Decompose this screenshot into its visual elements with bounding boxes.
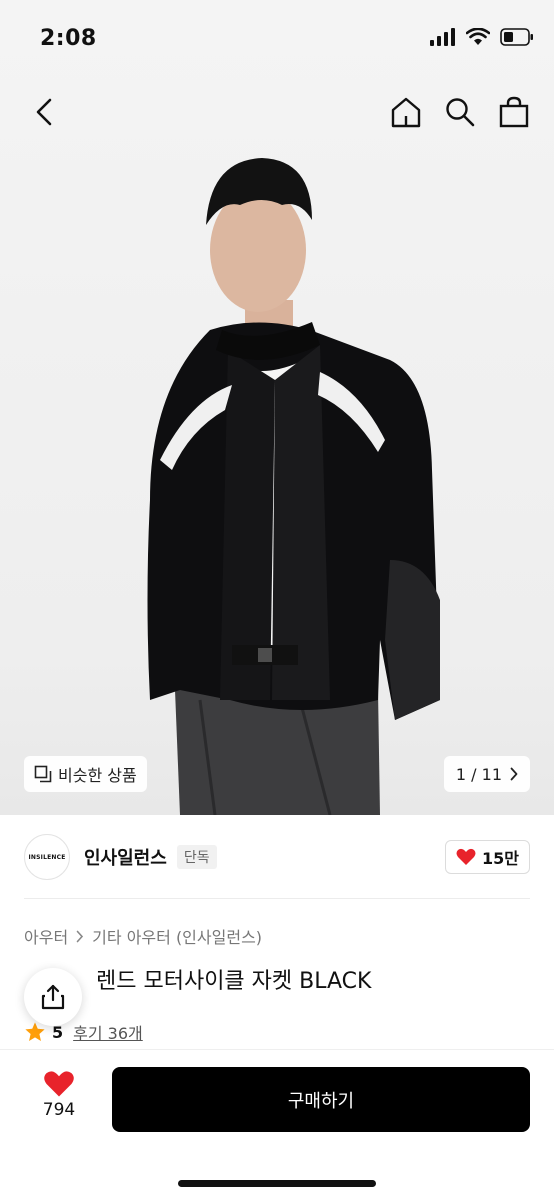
exclusive-badge: 단독 [176,845,217,869]
heart-icon [44,1071,74,1097]
similar-products-label: 비슷한 상품 [58,766,137,785]
review-link[interactable]: 후기 36개 [73,1020,143,1044]
share-icon [41,984,65,1010]
page-separator: / [471,764,477,784]
brand-logo-text: INSILENCE [28,853,66,861]
wifi-icon [466,28,490,45]
search-button[interactable] [440,92,480,132]
page-indicator-text: 1 / 11 [456,765,502,784]
shopping-bag-icon [499,96,529,128]
chevron-left-icon [36,98,52,126]
breadcrumb: 아우터 기타 아우터 (인사일런스) [24,924,262,948]
similar-products-button[interactable]: 비슷한 상품 [24,756,147,792]
bottom-action-bar: 794 구매하기 [0,1050,554,1200]
product-title-text: 렌드 모터사이클 자켓 BLACK [96,969,372,994]
chevron-right-icon [76,930,84,942]
brand-like-button[interactable]: 15만 [445,840,530,874]
page-current: 1 [455,764,467,784]
share-button[interactable] [24,968,82,1026]
image-page-indicator[interactable]: 1 / 11 [443,756,530,792]
back-button[interactable] [24,92,64,132]
brand-logo[interactable]: INSILENCE [24,834,70,880]
home-icon [391,97,421,128]
home-indicator [178,1180,376,1187]
brand-like-count: 15만 [482,849,519,868]
status-bar: 2:08 [0,0,554,80]
wishlist-count: 794 [42,1100,76,1120]
cart-button[interactable] [494,92,534,132]
top-nav-actions [386,92,534,132]
status-time: 2:08 [40,26,97,51]
section-divider [24,898,530,899]
buy-button[interactable]: 구매하기 [112,1067,530,1132]
page-total: 11 [481,764,502,784]
copy-squares-icon [34,765,52,783]
search-icon [446,98,475,127]
breadcrumb-item[interactable]: 아우터 [24,924,68,948]
chevron-right-icon [510,767,518,781]
brand-row: INSILENCE 인사일런스 단독 15만 [24,834,530,880]
breadcrumb-item[interactable]: 기타 아우터 (인사일런스) [92,924,262,948]
home-button[interactable] [386,92,426,132]
wishlist-button[interactable]: 794 [24,1070,94,1134]
status-icons [430,28,534,46]
brand-name[interactable]: 인사일런스 [84,844,167,870]
battery-icon [500,28,533,46]
signal-icon [430,28,455,46]
heart-icon [456,848,476,865]
